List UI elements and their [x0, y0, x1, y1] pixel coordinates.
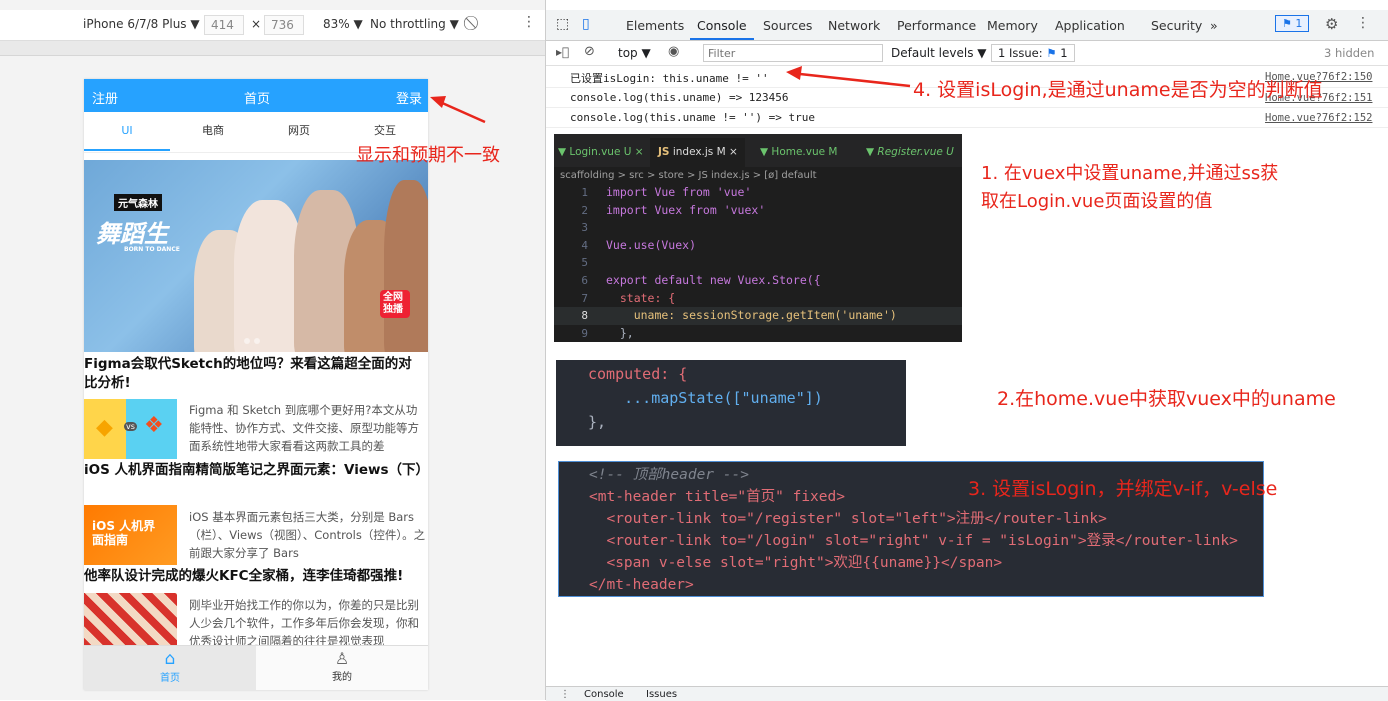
width-input[interactable]: 414 — [204, 15, 244, 35]
article-thumbnail[interactable]: iOS 人机界面指南 — [84, 505, 177, 565]
editor-tab-index: JS index.js M × — [658, 146, 738, 158]
header-title: 首页 — [244, 92, 271, 107]
hidden-count: 3 hidden — [1324, 46, 1375, 60]
annotation-step-4: 4. 设置isLogin,是通过uname是否为空的判断值 — [913, 79, 1323, 101]
drawer-tab-console[interactable]: Console — [584, 689, 624, 700]
throttle-select[interactable]: No throttling ▼ — [370, 17, 459, 31]
tab-web[interactable]: 网页 — [256, 112, 342, 151]
annotation-step-3: 3. 设置isLogin，并绑定v-if，v-else — [968, 478, 1278, 500]
device-pane: iPhone 6/7/8 Plus ▼ 414 × 736 83% ▼ No t… — [0, 0, 545, 700]
code-line: import Vue from 'vue' — [606, 185, 752, 199]
article-summary: iOS 基本界面元素包括三大类，分别是 Bars（栏）、Views（视图）、Co… — [189, 510, 426, 560]
console-message: 已设置isLogin: this.uname != '' — [570, 72, 769, 85]
vscode-snippet: ▼ Login.vue U × JS index.js M × ▼ Home.v… — [554, 134, 962, 342]
tab-network[interactable]: Network — [828, 18, 880, 33]
tab-ui[interactable]: UI — [84, 112, 170, 151]
code-line: Vue.use(Vuex) — [606, 237, 697, 252]
article-title[interactable]: Figma会取代Sketch的地位吗？来看这篇超全面的对比分析! — [84, 355, 424, 393]
devtools-tabbar: ⬚ ▯ Elements Console Sources Network Per… — [546, 10, 1388, 41]
tab-application[interactable]: Application — [1055, 18, 1125, 33]
article-title[interactable]: iOS 人机界面指南精简版笔记之界面元素：Views（下） — [84, 461, 428, 480]
article-summary: 刚毕业开始找工作的你以为，你差的只是比别人少会几个软件，工作多年后你会发现，你和… — [189, 598, 419, 648]
article-thumbnail[interactable] — [84, 593, 177, 649]
code-line: export default new Vuex.Store({ — [606, 272, 821, 287]
more-options-icon[interactable]: ⋮ — [522, 14, 536, 30]
drawer-menu-icon[interactable]: ⋮ — [560, 689, 570, 700]
carousel-dot[interactable] — [254, 338, 260, 344]
device-toolbar: iPhone 6/7/8 Plus ▼ 414 × 736 83% ▼ No t… — [0, 10, 545, 41]
editor-tab-register: ▼ Register.vue U — [866, 146, 954, 158]
banner-badge: 元气森林 — [114, 194, 162, 211]
inspect-icon[interactable]: ⬚ — [556, 16, 569, 32]
figma-icon: ❖ — [144, 413, 164, 438]
article-title[interactable]: 他率队设计完成的爆火KFC全家桶，连李佳琦都强推! — [84, 567, 424, 586]
issues-counter[interactable]: 1 Issue: ⚑ 1 — [991, 44, 1075, 62]
eye-icon[interactable]: ◉ — [668, 44, 679, 59]
pane-divider[interactable] — [545, 0, 546, 700]
media-query-ruler — [0, 41, 545, 56]
tab-security[interactable]: Security — [1151, 18, 1202, 33]
times-label: × — [251, 17, 262, 31]
banner-title: 舞蹈生 — [96, 220, 168, 248]
article-thumbnail[interactable]: ◆ vs ❖ — [84, 399, 177, 459]
code-line: state: { — [606, 290, 676, 305]
user-icon: ♙ — [334, 649, 350, 668]
code-line: }, — [606, 325, 634, 340]
sketch-icon: ◆ — [96, 415, 113, 440]
code-line: import Vuex from 'vuex' — [606, 202, 766, 217]
tabbar-mine-label: 我的 — [332, 672, 352, 683]
annotation-step-2: 2.在home.vue中获取vuex中的uname — [997, 388, 1336, 410]
phone-viewport: 注册 首页 登录 UI 电商 网页 交互 元气森林 舞蹈生 BORN TO DA… — [84, 79, 428, 690]
tab-sources[interactable]: Sources — [763, 18, 812, 33]
annotation-mismatch: 显示和预期不一致 — [356, 145, 500, 166]
issues-badge[interactable]: ⚑ 1 — [1275, 15, 1310, 32]
banner-subtitle: BORN TO DANCE — [124, 246, 180, 253]
console-message: console.log(this.uname) => 123456 — [570, 91, 789, 104]
sidebar-toggle-icon[interactable]: ▸⃞ — [556, 45, 569, 59]
tab-console[interactable]: Console — [697, 18, 747, 33]
bottom-tabbar: ⌂ 首页 ♙ 我的 — [84, 645, 428, 690]
carousel-dot[interactable] — [244, 338, 250, 344]
tab-ecommerce[interactable]: 电商 — [170, 112, 256, 151]
more-tabs-button[interactable]: » — [1210, 18, 1218, 33]
code-line: uname: sessionStorage.getItem('uname') — [606, 308, 897, 323]
editor-tab-login: ▼ Login.vue U × — [558, 146, 644, 158]
tabbar-mine[interactable]: ♙ 我的 — [256, 646, 428, 690]
banner-stamp: 全网独播 — [380, 290, 410, 318]
clear-console-icon[interactable]: ⊘ — [584, 44, 595, 59]
computed-snippet: computed: { ...mapState(["uname"]) }, — [556, 360, 906, 446]
devtools-menu-icon[interactable]: ⋮ — [1356, 15, 1370, 31]
tab-elements[interactable]: Elements — [626, 18, 684, 33]
drawer-tab-issues[interactable]: Issues — [646, 689, 677, 700]
console-source-link[interactable]: Home.vue?76f2:152 — [1265, 112, 1372, 124]
register-link[interactable]: 注册 — [92, 88, 118, 107]
banner-carousel[interactable]: 元气森林 舞蹈生 BORN TO DANCE 全网独播 — [84, 160, 428, 352]
editor-tab-home: ▼ Home.vue M — [760, 146, 838, 158]
context-select[interactable]: top ▼ — [618, 46, 651, 60]
tabbar-home[interactable]: ⌂ 首页 — [84, 646, 256, 690]
login-link[interactable]: 登录 — [396, 88, 422, 107]
article-summary: Figma 和 Sketch 到底哪个更好用?本文从功能特性、协作方式、文件交接… — [189, 403, 419, 453]
device-toggle-icon[interactable]: ▯ — [582, 16, 590, 32]
device-select[interactable]: iPhone 6/7/8 Plus ▼ — [83, 17, 200, 31]
console-filter-input[interactable] — [703, 44, 883, 62]
editor-breadcrumb: scaffolding > src > store > JS index.js … — [560, 170, 817, 181]
tab-memory[interactable]: Memory — [987, 18, 1038, 33]
height-input[interactable]: 736 — [264, 15, 304, 35]
settings-gear-icon[interactable]: ⚙ — [1325, 15, 1338, 33]
log-levels-select[interactable]: Default levels ▼ — [891, 46, 987, 60]
console-message: console.log(this.uname != '') => true — [570, 111, 816, 124]
zoom-select[interactable]: 83% ▼ — [323, 17, 363, 31]
tab-performance[interactable]: Performance — [897, 18, 976, 33]
annotation-step-1: 1. 在vuex中设置uname,并通过ss获 取在Login.vue页面设置的… — [981, 163, 1279, 212]
tabbar-home-label: 首页 — [160, 673, 180, 684]
console-toolbar: ▸⃞ ⊘ top ▼ ◉ Default levels ▼ 1 Issue: ⚑… — [546, 41, 1388, 66]
drawer-tabbar: ⋮ Console Issues — [546, 686, 1388, 701]
home-icon: ⌂ — [164, 649, 176, 669]
mt-header: 注册 首页 登录 — [84, 79, 428, 112]
